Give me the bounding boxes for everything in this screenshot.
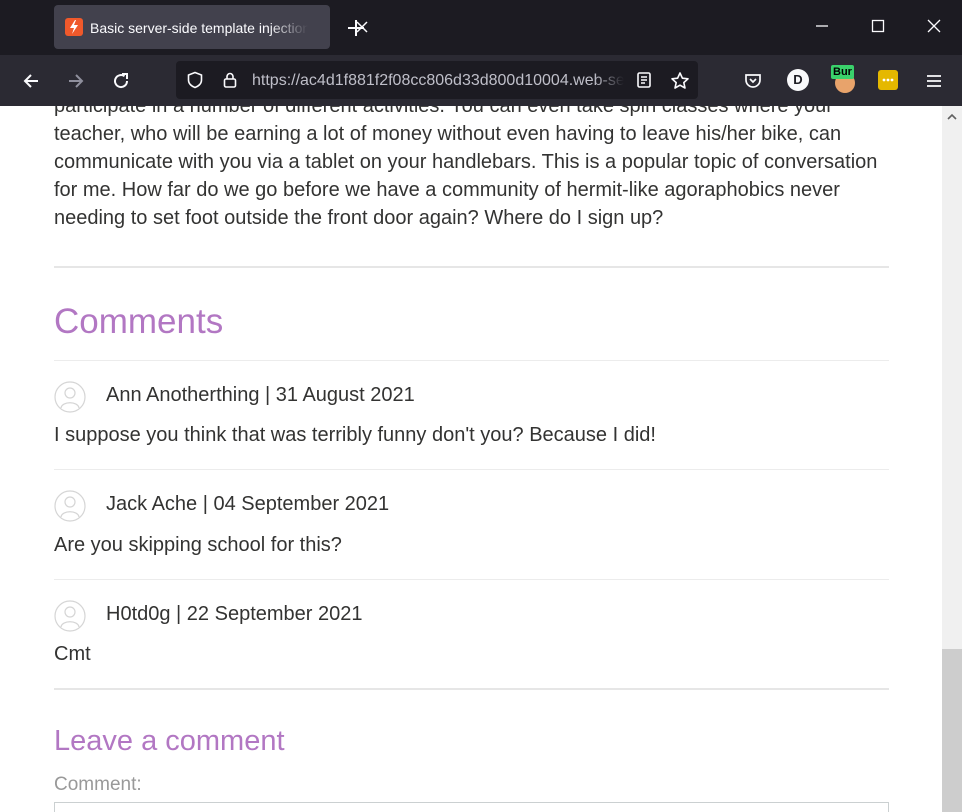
comment-label: Comment: bbox=[54, 774, 142, 795]
navigation-toolbar: https://ac4d1f881f2f08cc806d33d800d10004… bbox=[0, 55, 962, 106]
tab-title: Basic server-side template injection bbox=[90, 20, 308, 36]
tracking-shield-icon[interactable] bbox=[186, 71, 204, 89]
tab-strip: Basic server-side template injection bbox=[0, 0, 962, 55]
user-avatar-icon bbox=[54, 600, 86, 632]
leave-comment-heading: Leave a comment bbox=[54, 725, 285, 757]
new-tab-icon[interactable] bbox=[346, 18, 366, 38]
comment-divider bbox=[54, 579, 889, 580]
password-manager-icon[interactable] bbox=[878, 70, 898, 90]
post-body-text: participate in a number of different act… bbox=[54, 106, 878, 229]
hamburger-menu-icon[interactable] bbox=[924, 71, 944, 91]
maximize-icon[interactable] bbox=[870, 18, 886, 34]
tab-active[interactable]: Basic server-side template injection bbox=[54, 5, 368, 49]
comment-author-date: Ann Anotherthing | 31 August 2021 bbox=[106, 384, 415, 406]
scroll-up-chevron-icon[interactable] bbox=[946, 110, 958, 122]
user-avatar-icon bbox=[54, 490, 86, 522]
vertical-scrollbar[interactable] bbox=[942, 106, 962, 812]
bookmark-star-icon[interactable] bbox=[670, 71, 689, 89]
burp-badge: Bur bbox=[831, 65, 854, 79]
scrollbar-thumb[interactable] bbox=[942, 649, 962, 812]
burp-extension-icon[interactable]: Bur bbox=[831, 65, 859, 93]
pocket-icon[interactable] bbox=[743, 71, 763, 91]
url-text[interactable]: https://ac4d1f881f2f08cc806d33d800d10004… bbox=[252, 71, 624, 90]
portswigger-favicon-icon bbox=[65, 18, 83, 36]
account-avatar[interactable]: D bbox=[787, 69, 809, 91]
url-bar[interactable]: https://ac4d1f881f2f08cc806d33d800d10004… bbox=[176, 61, 698, 99]
page-viewport: participate in a number of different act… bbox=[0, 106, 942, 812]
reader-view-icon[interactable] bbox=[635, 71, 653, 89]
comment-author-date: Jack Ache | 04 September 2021 bbox=[106, 493, 390, 515]
comment-textarea[interactable] bbox=[54, 802, 889, 812]
divider bbox=[54, 688, 889, 690]
divider bbox=[54, 266, 889, 268]
lock-icon[interactable] bbox=[221, 71, 239, 89]
comment-text: I suppose you think that was terribly fu… bbox=[54, 424, 656, 446]
back-arrow-icon[interactable] bbox=[21, 71, 41, 91]
comment-divider bbox=[54, 360, 889, 361]
comment-text: Are you skipping school for this? bbox=[54, 534, 342, 556]
comments-heading: Comments bbox=[54, 302, 224, 341]
minimize-icon[interactable] bbox=[814, 18, 830, 34]
close-window-icon[interactable] bbox=[926, 18, 942, 34]
forward-arrow-icon[interactable] bbox=[66, 71, 86, 91]
comment-author-date: H0td0g | 22 September 2021 bbox=[106, 603, 363, 625]
user-avatar-icon bbox=[54, 381, 86, 413]
reload-icon[interactable] bbox=[111, 71, 131, 91]
comment-divider bbox=[54, 469, 889, 470]
comment-text: Cmt bbox=[54, 643, 91, 665]
